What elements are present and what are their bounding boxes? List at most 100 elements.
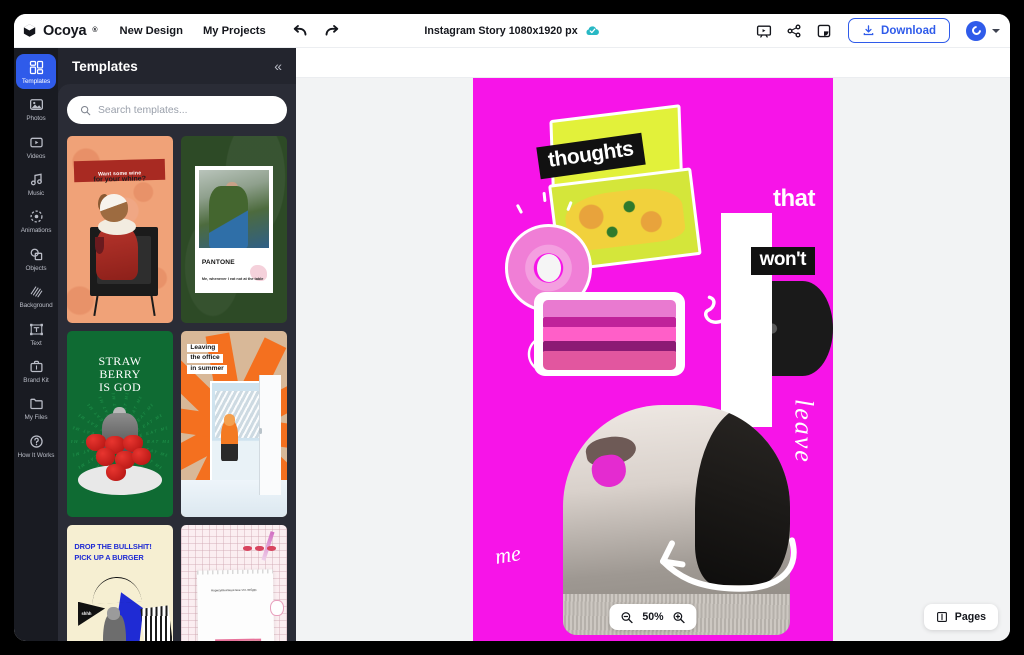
sidebar-item-animations[interactable]: Animations — [16, 203, 56, 238]
videos-icon — [29, 134, 44, 151]
music-icon — [29, 171, 44, 188]
tpl4-hiker-body — [221, 420, 239, 462]
tpl5-title: DROP THE BULLSHIT! PICK UP A BURGER — [74, 542, 167, 563]
tpl5-arrow — [91, 576, 142, 605]
tpl6-lips-stickers — [243, 545, 277, 551]
account-menu[interactable] — [966, 20, 1000, 41]
squiggle-doodle — [704, 295, 734, 324]
sidebar-item-objects[interactable]: Objects — [16, 241, 56, 276]
sidebar-item-background[interactable]: Background — [16, 278, 56, 313]
ocoya-cube-icon — [23, 24, 36, 37]
sidebar-label-music: Music — [27, 190, 45, 198]
redo-icon[interactable] — [323, 23, 340, 38]
tpl2-person-head — [225, 182, 238, 195]
tpl1-leg-left — [92, 294, 99, 316]
my-files-icon — [29, 395, 44, 412]
tpl6-notebook-page: Нарисуй/напиши мне что-нибудь — [196, 569, 276, 641]
template-card-strawberry[interactable]: EAT ME EAT ME EAT ME EAT ME EAT ME EAT M… — [67, 330, 173, 518]
sidebar-item-how-it-works[interactable]: How It Works — [16, 428, 56, 463]
download-label: Download — [881, 24, 936, 37]
objects-icon — [29, 246, 44, 263]
search-icon — [80, 105, 91, 115]
tpl1-wine-glass — [94, 236, 105, 254]
brand-logo[interactable]: Ocoya ® — [22, 23, 98, 39]
pages-button[interactable]: Pages — [923, 604, 998, 630]
text-icon — [29, 321, 44, 338]
document-title[interactable]: Instagram Story 1080x1920 px — [424, 24, 600, 37]
tpl2-photo — [198, 169, 270, 249]
search-input[interactable] — [98, 104, 274, 116]
templates-icon — [29, 59, 44, 76]
sidebar-item-brand-kit[interactable]: Brand Kit — [16, 353, 56, 388]
sidebar-label-photos: Photos — [26, 115, 46, 123]
help-icon — [29, 433, 44, 450]
sidebar-label-videos: Videos — [26, 152, 46, 160]
tpl1-dog-head — [99, 193, 129, 222]
brand-name: Ocoya — [43, 22, 87, 39]
present-icon[interactable] — [756, 23, 772, 39]
sidebar-item-music[interactable]: Music — [16, 166, 56, 201]
text-me[interactable]: me — [493, 540, 522, 570]
document-title-text: Instagram Story 1080x1920 px — [424, 24, 578, 37]
avatar[interactable] — [966, 20, 986, 41]
brand-kit-icon — [29, 358, 44, 375]
template-card-notebook-collage[interactable]: Нарисуй/напиши мне что-нибудь — [181, 525, 287, 641]
header-nav: New Design My Projects — [120, 25, 266, 37]
text-that[interactable]: that — [773, 185, 816, 213]
zoom-out-icon[interactable] — [620, 611, 633, 624]
tpl2-caption: Me, whenever I eat not at the table — [201, 276, 264, 281]
template-card-wine-dog[interactable]: Want some wine for your whine? — [67, 136, 173, 323]
left-rail: Templates Photos Videos Music Animations… — [14, 48, 58, 641]
chevron-down-icon[interactable] — [992, 28, 1000, 33]
tpl5-badge-text: shhh — [81, 611, 92, 617]
text-wont[interactable]: won't — [750, 246, 815, 275]
sidebar-label-objects: Objects — [25, 264, 47, 272]
zoom-control: 50% — [609, 604, 697, 630]
pages-icon — [936, 612, 947, 622]
tpl4-title-line2: the office — [187, 354, 223, 364]
sidebar-item-text[interactable]: Text — [16, 316, 56, 351]
sidebar-label-text: Text — [30, 339, 42, 347]
sidebar-item-templates[interactable]: Templates — [16, 54, 56, 90]
search-templates-box[interactable] — [67, 96, 287, 124]
tpl3-title-line1: STRAW — [98, 353, 142, 368]
curved-arrow-doodle — [660, 537, 797, 593]
save-icon[interactable] — [816, 23, 832, 39]
background-icon — [29, 283, 44, 300]
sidebar-item-photos[interactable]: Photos — [16, 91, 56, 126]
tpl6-kitty-sticker — [270, 599, 284, 617]
template-card-burger[interactable]: shhh DROP THE BULLSHIT! PICK UP A BURGER — [67, 525, 173, 641]
cloud-saved-icon — [586, 26, 600, 36]
sidebar-item-videos[interactable]: Videos — [16, 129, 56, 164]
tpl3-title-line2: BERRY — [99, 366, 141, 381]
header-actions: Download — [756, 18, 1000, 43]
app-window: Ocoya ® New Design My Projects Instagram… — [14, 14, 1010, 641]
canvas-toolbar — [296, 48, 1010, 78]
tpl6-caption: Нарисуй/напиши мне что-нибудь — [210, 587, 257, 593]
share-icon[interactable] — [786, 23, 802, 39]
sandwich-graphic — [534, 291, 686, 377]
nav-my-projects[interactable]: My Projects — [203, 25, 266, 37]
download-button[interactable]: Download — [848, 18, 950, 43]
artboard[interactable]: thoughts that won't leave me — [473, 78, 833, 641]
sidebar-label-brand-kit: Brand Kit — [23, 376, 49, 384]
sidebar-label-animations: Animations — [20, 227, 52, 235]
canvas-area[interactable]: thoughts that won't leave me 50% Pages — [296, 78, 1010, 641]
brand-registered-mark: ® — [92, 27, 98, 34]
motion-lines — [527, 337, 542, 371]
panel-body: Want some wine for your whine? — [58, 84, 296, 641]
text-leave[interactable]: leave — [789, 399, 819, 464]
zoom-in-icon[interactable] — [673, 611, 686, 624]
template-card-pantone[interactable]: PANTONE Me, whenever I eat not at the ta… — [181, 136, 287, 323]
templates-panel: Templates « Search templates... Want som… — [58, 48, 296, 641]
undo-icon[interactable] — [292, 23, 309, 38]
sidebar-item-my-files[interactable]: My Files — [16, 390, 56, 425]
tpl3-strawberries — [82, 429, 158, 485]
templates-grid: Want some wine for your whine? PANTONE M… — [67, 136, 287, 641]
tpl2-title: PANTONE — [201, 259, 235, 267]
collapse-left-icon[interactable]: « — [274, 59, 282, 73]
zoom-value: 50% — [642, 611, 664, 623]
tpl4-door-panel — [259, 375, 281, 495]
template-card-leaving-office[interactable]: Leaving the office in summer — [181, 330, 287, 518]
nav-new-design[interactable]: New Design — [120, 25, 183, 37]
